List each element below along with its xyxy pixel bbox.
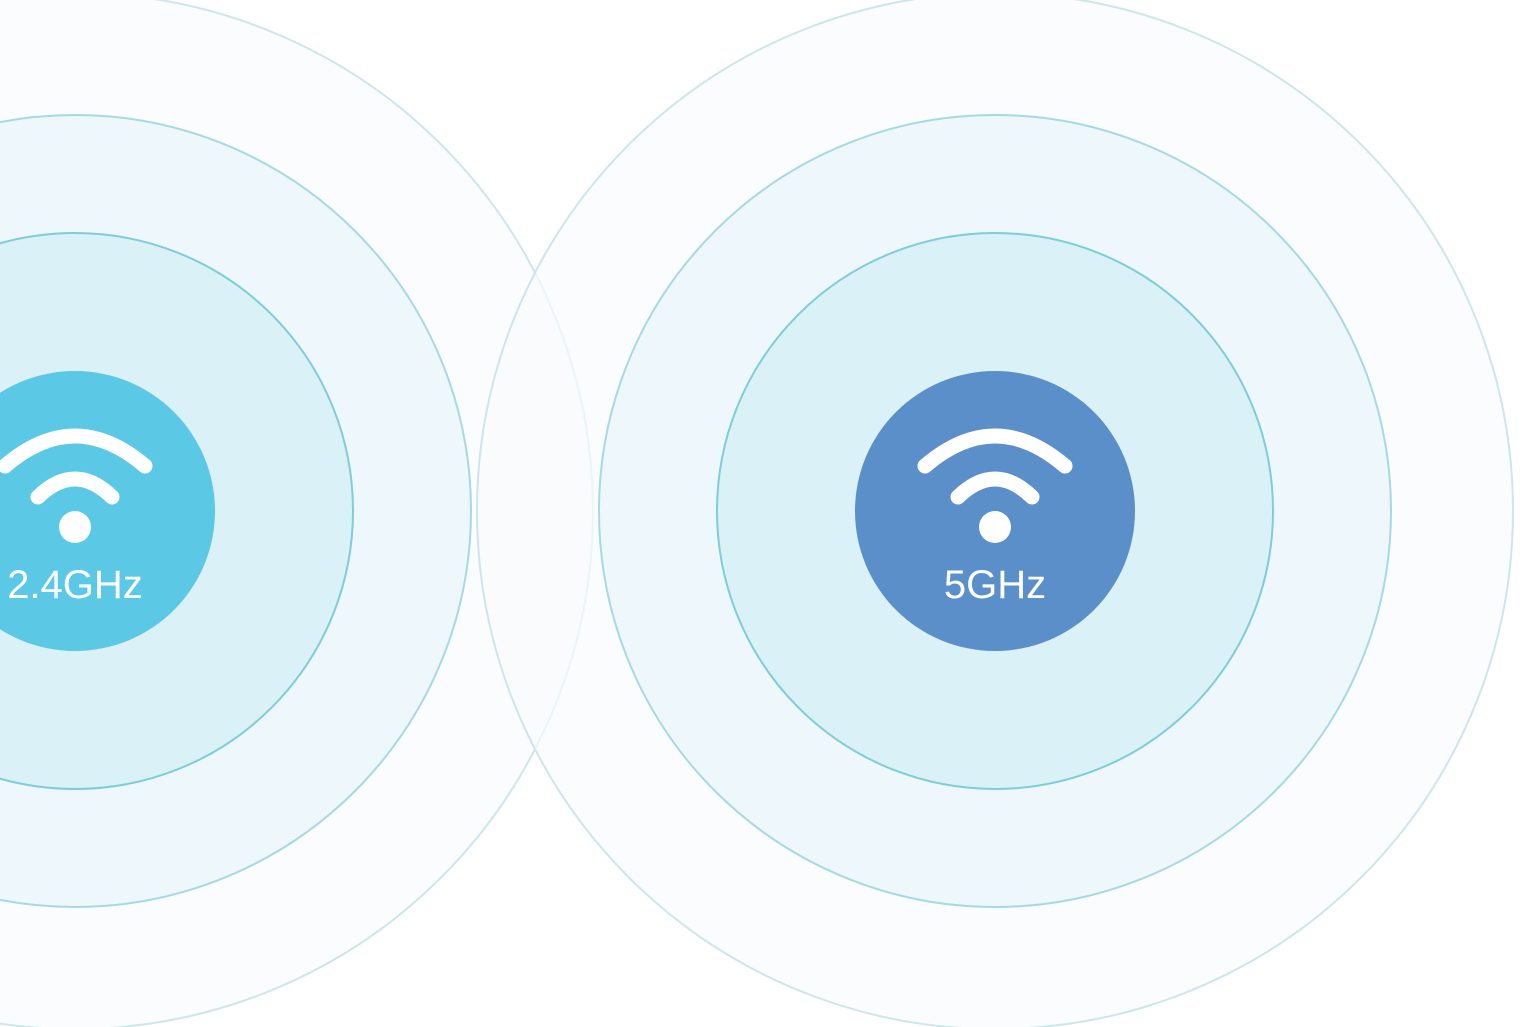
band-label: 5GHz: [944, 563, 1046, 607]
band-label: 2.4GHz: [7, 563, 143, 607]
wifi-band-diagram: 2.4GHz 5GHz: [0, 0, 1514, 1027]
band-node-1: 5GHz: [855, 371, 1135, 651]
